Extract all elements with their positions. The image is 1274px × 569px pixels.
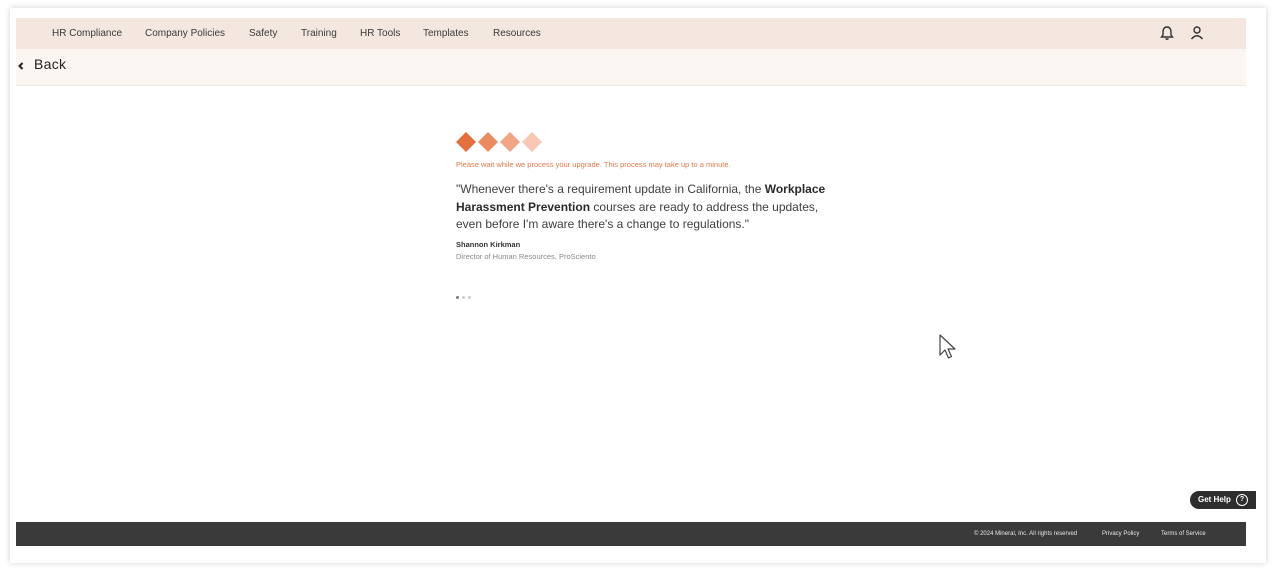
- processing-notice: Please wait while we process your upgrad…: [456, 160, 731, 169]
- nav-item-company-policies[interactable]: Company Policies: [145, 18, 225, 49]
- footer: © 2024 Mineral, Inc. All rights reserved…: [16, 522, 1246, 546]
- footer-copyright: © 2024 Mineral, Inc. All rights reserved: [974, 531, 1078, 537]
- nav-item-hr-tools[interactable]: HR Tools: [360, 18, 400, 49]
- loading-spinner: [456, 132, 556, 154]
- testimonial-quote: "Whenever there's a requirement update i…: [456, 181, 836, 234]
- browser-frame: [10, 8, 1266, 563]
- footer-terms-link[interactable]: Terms of Service: [1161, 531, 1206, 537]
- carousel-dots: [456, 296, 480, 302]
- chevron-left-icon[interactable]: [16, 59, 26, 73]
- bell-icon[interactable]: [1158, 24, 1176, 42]
- quote-text: "Whenever there's a requirement update i…: [456, 182, 765, 196]
- diamond-icon: [456, 132, 476, 152]
- help-icon: ?: [1236, 494, 1248, 506]
- nav-item-training[interactable]: Training: [301, 18, 337, 49]
- get-help-label: Get Help: [1198, 495, 1231, 504]
- nav-item-hr-compliance[interactable]: HR Compliance: [52, 18, 122, 49]
- carousel-dot[interactable]: [462, 296, 465, 299]
- back-link[interactable]: Back: [34, 56, 66, 72]
- get-help-button[interactable]: Get Help ?: [1190, 491, 1256, 509]
- mouse-cursor-icon: [939, 334, 956, 359]
- footer-privacy-link[interactable]: Privacy Policy: [1102, 531, 1139, 537]
- carousel-dot-active[interactable]: [456, 296, 459, 299]
- diamond-icon: [478, 132, 498, 152]
- diamond-icon: [500, 132, 520, 152]
- back-bar: Back: [16, 49, 1246, 86]
- nav-item-resources[interactable]: Resources: [493, 18, 541, 49]
- nav-item-safety[interactable]: Safety: [249, 18, 277, 49]
- nav-item-templates[interactable]: Templates: [423, 18, 469, 49]
- testimonial-author: Shannon Kirkman: [456, 240, 521, 249]
- diamond-icon: [522, 132, 542, 152]
- testimonial-author-title: Director of Human Resources, ProSciento: [456, 252, 596, 261]
- carousel-dot[interactable]: [468, 296, 471, 299]
- user-icon[interactable]: [1188, 24, 1206, 42]
- top-navigation: HR Compliance Company Policies Safety Tr…: [16, 18, 1246, 49]
